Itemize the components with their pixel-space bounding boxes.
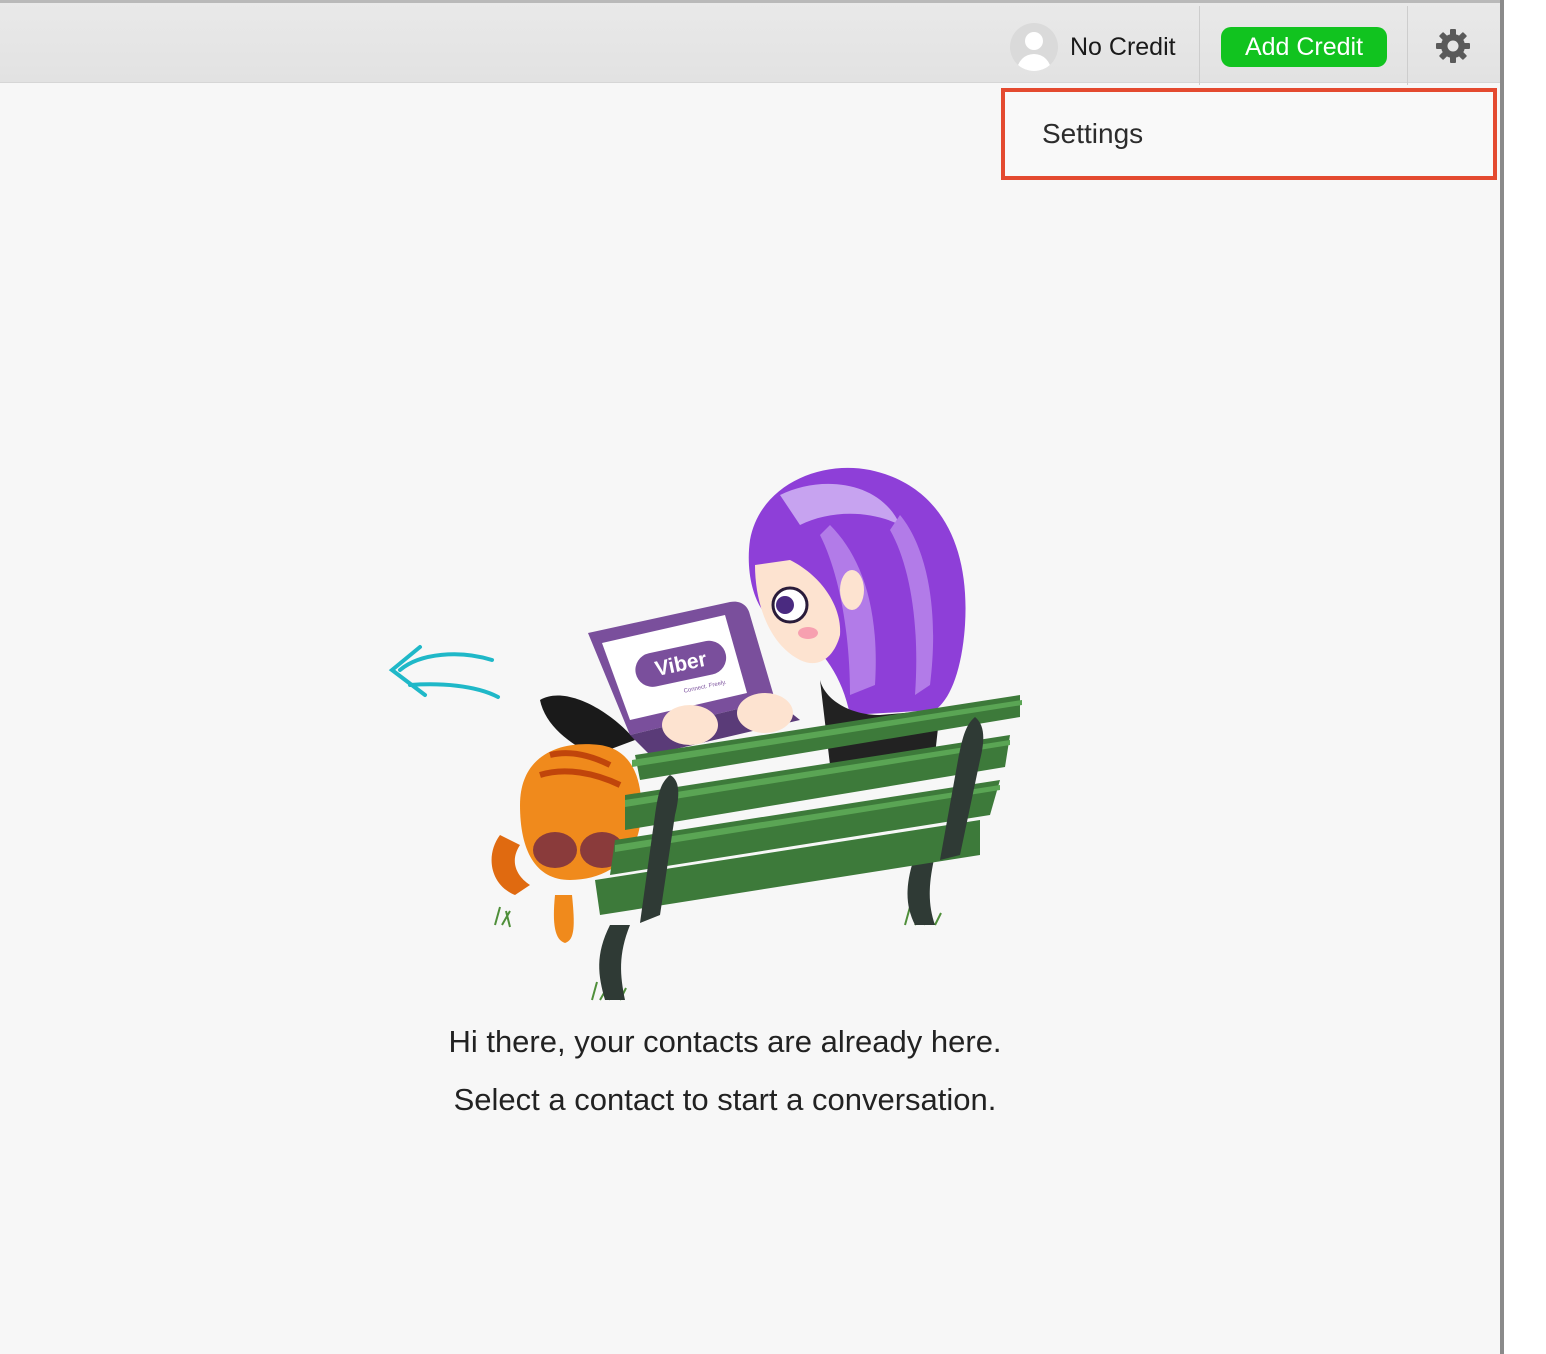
arrow-left-icon: [388, 645, 500, 699]
menu-item-settings[interactable]: Settings: [1042, 118, 1143, 150]
credit-status[interactable]: No Credit: [1010, 21, 1176, 73]
window-edge: [1500, 0, 1504, 1354]
empty-state-line-1: Hi there, your contacts are already here…: [448, 1024, 1002, 1059]
divider: [1407, 6, 1408, 85]
empty-state-illustration: Viber Connect. Freely.: [388, 467, 1022, 1001]
add-credit-button[interactable]: Add Credit: [1221, 27, 1387, 67]
user-avatar-icon: [1010, 23, 1058, 71]
main-window: No Credit Add Credit Settings Viber Conn…: [0, 0, 1500, 1354]
top-bar: No Credit Add Credit: [0, 0, 1500, 85]
divider: [1199, 6, 1200, 85]
settings-dropdown-menu: Settings: [1001, 88, 1497, 180]
gear-icon[interactable]: [1434, 27, 1472, 65]
credit-status-label: No Credit: [1070, 32, 1176, 61]
empty-state-line-2: Select a contact to start a conversation…: [453, 1082, 997, 1117]
